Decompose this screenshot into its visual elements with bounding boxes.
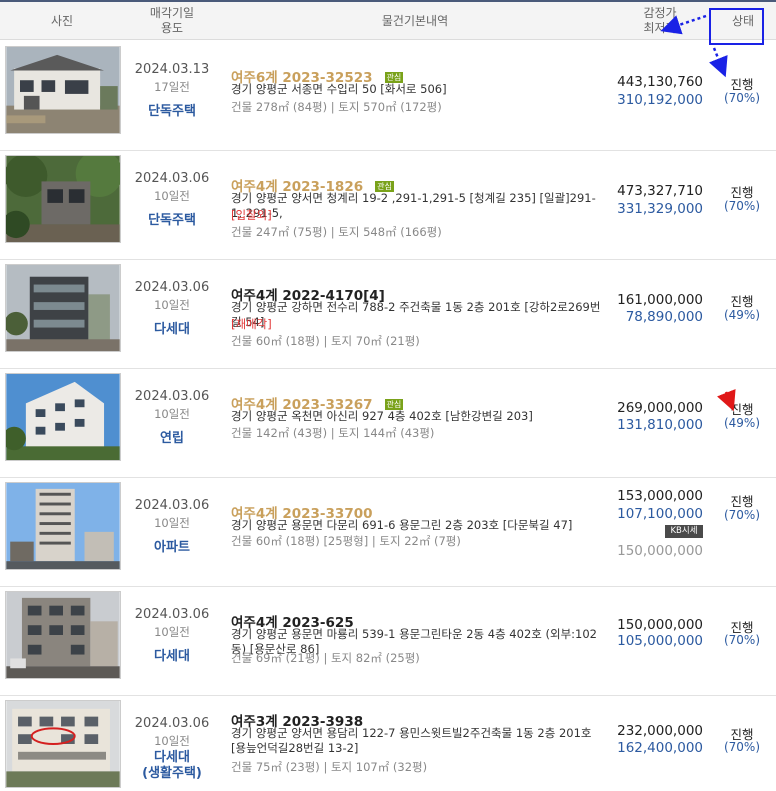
usage-label: 다세대 bbox=[154, 322, 190, 337]
sale-date: 2024.03.06 bbox=[134, 389, 210, 404]
villa-photo-image bbox=[6, 701, 120, 787]
table-row[interactable]: 2024.03.06 10일전 다세대 여주4계 2023-625 경기 양평군… bbox=[0, 587, 776, 696]
usage-label: 다세대 bbox=[154, 649, 190, 664]
usage-label: 연립 bbox=[160, 431, 184, 446]
property-photo[interactable] bbox=[5, 155, 121, 243]
minimum-price: 162,400,000 bbox=[617, 740, 703, 756]
usage-label: 아파트 bbox=[154, 540, 190, 555]
area-info: 건물 69㎡ (21평) | 토지 82㎡ (25평) bbox=[231, 651, 420, 665]
appraised-price: 153,000,000 bbox=[617, 488, 703, 504]
area-info: 건물 247㎡ (75평) | 토지 548㎡ (166평) bbox=[231, 225, 442, 239]
header-photo: 사진 bbox=[50, 13, 74, 28]
sale-date: 2024.03.06 bbox=[134, 716, 210, 731]
days-ago: 10일전 bbox=[154, 734, 190, 748]
appraised-price: 443,130,760 bbox=[617, 74, 703, 90]
house-photo-image bbox=[6, 47, 120, 133]
minimum-percent: (70%) bbox=[723, 633, 761, 647]
kb-price-badge[interactable]: KB시세 bbox=[665, 525, 703, 538]
table-row[interactable]: 2024.03.06 10일전 다세대 (생활주택) 여주3계 2023-3938… bbox=[0, 696, 776, 791]
area-info: 건물 142㎡ (43평) | 토지 144㎡ (43평) bbox=[231, 426, 435, 440]
minimum-price: 107,100,000 bbox=[617, 506, 703, 522]
minimum-price: 310,192,000 bbox=[617, 92, 703, 108]
minimum-price: 78,890,000 bbox=[625, 309, 703, 325]
area-info: 건물 60㎡ (18평) [25평형] | 토지 22㎡ (7평) bbox=[231, 534, 461, 548]
minimum-percent: (49%) bbox=[723, 308, 761, 322]
usage-label: 다세대 (생활주택) bbox=[142, 750, 202, 781]
apartment-photo-image bbox=[6, 483, 120, 569]
appraised-price: 161,000,000 bbox=[617, 292, 703, 308]
sale-date: 2024.03.06 bbox=[134, 498, 210, 513]
header-price: 감정가 최저가 bbox=[610, 2, 710, 40]
minimum-percent: (49%) bbox=[723, 416, 761, 430]
address: 경기 양평군 양서면 청계리 19-2 ,291-1,291-5 [청계길 23… bbox=[231, 191, 596, 220]
table-row[interactable]: 2024.03.06 10일전 단독주택 여주4계 2023-1826 관심 경기… bbox=[0, 151, 776, 260]
table-row[interactable]: 2024.03.06 10일전 아파트 여주4계 2023-33700 경기 양… bbox=[0, 478, 776, 587]
days-ago: 10일전 bbox=[154, 407, 190, 421]
special-note: [입찰외] bbox=[231, 208, 272, 222]
header-date-usage: 매각기일 용도 bbox=[124, 2, 220, 40]
table-row[interactable]: 2024.03.13 17일전 단독주택 여주6계 2023-32523 관심 경… bbox=[0, 42, 776, 151]
property-photo[interactable] bbox=[5, 591, 121, 679]
appraised-price: 150,000,000 bbox=[617, 617, 703, 633]
table-row[interactable]: 2024.03.06 10일전 연립 여주4계 2023-33267 관심 경기 … bbox=[0, 369, 776, 478]
appraised-price: 269,000,000 bbox=[617, 400, 703, 416]
minimum-price: 105,000,000 bbox=[617, 633, 703, 649]
appraised-price: 232,000,000 bbox=[617, 723, 703, 739]
sale-date: 2024.03.06 bbox=[134, 607, 210, 622]
address: 경기 양평군 옥천면 아신리 927 4층 402호 [남한강변길 203] bbox=[231, 409, 533, 423]
minimum-price: 331,329,000 bbox=[617, 201, 703, 217]
minimum-percent: (70%) bbox=[723, 199, 761, 213]
address: 경기 양평군 용문면 다문리 691-6 용문그린 2층 203호 [다문북길 … bbox=[231, 518, 573, 532]
sale-date: 2024.03.13 bbox=[134, 62, 210, 77]
minimum-percent: (70%) bbox=[723, 508, 761, 522]
sale-date: 2024.03.06 bbox=[134, 280, 210, 295]
days-ago: 10일전 bbox=[154, 625, 190, 639]
property-photo[interactable] bbox=[5, 46, 121, 134]
property-photo[interactable] bbox=[5, 264, 121, 352]
townhouse-photo-image bbox=[6, 374, 120, 460]
property-photo[interactable] bbox=[5, 373, 121, 461]
days-ago: 10일전 bbox=[154, 298, 190, 312]
header-date: 매각기일 bbox=[149, 6, 195, 20]
auction-list-table: 사진 매각기일 용도 물건기본내역 감정가 최저가 상태 2024.03.13 … bbox=[0, 0, 776, 788]
property-photo[interactable] bbox=[5, 700, 121, 788]
kb-market-price: 150,000,000 bbox=[617, 543, 703, 559]
sale-date: 2024.03.06 bbox=[134, 171, 210, 186]
villa-photo-image bbox=[6, 592, 120, 678]
minimum-price: 131,810,000 bbox=[617, 417, 703, 433]
villa-photo-image bbox=[6, 265, 120, 351]
property-photo[interactable] bbox=[5, 482, 121, 570]
header-usage: 용도 bbox=[160, 21, 184, 35]
header-minimum: 최저가 bbox=[643, 21, 677, 35]
usage-label: 단독주택 bbox=[148, 213, 196, 228]
area-info: 건물 278㎡ (84평) | 토지 570㎡ (172평) bbox=[231, 100, 442, 114]
area-info: 건물 60㎡ (18평) | 토지 70㎡ (21평) bbox=[231, 334, 420, 348]
usage-label: 단독주택 bbox=[148, 104, 196, 119]
days-ago: 10일전 bbox=[154, 516, 190, 530]
table-header: 사진 매각기일 용도 물건기본내역 감정가 최저가 상태 bbox=[0, 0, 776, 40]
minimum-percent: (70%) bbox=[723, 91, 761, 105]
address: 경기 양평군 강하면 전수리 788-2 주건축물 1동 2층 201호 [강하… bbox=[231, 300, 601, 329]
header-appraised: 감정가 bbox=[643, 6, 677, 20]
area-info: 건물 75㎡ (23평) | 토지 107㎡ (32평) bbox=[231, 760, 428, 774]
header-info: 물건기본내역 bbox=[381, 13, 449, 28]
house-photo-image bbox=[6, 156, 120, 242]
special-note: [재매각] bbox=[231, 317, 272, 331]
appraised-price: 473,327,710 bbox=[617, 183, 703, 199]
table-row[interactable]: 2024.03.06 10일전 다세대 여주4계 2022-4170[4] 경기… bbox=[0, 260, 776, 369]
minimum-percent: (70%) bbox=[723, 740, 761, 754]
address: 경기 양평군 양서면 용담리 122-7 용민스윗트빌2주건축물 1동 2층 2… bbox=[231, 726, 592, 755]
address: 경기 양평군 서종면 수입리 50 [화서로 506] bbox=[231, 82, 447, 96]
days-ago: 10일전 bbox=[154, 189, 190, 203]
days-ago: 17일전 bbox=[154, 80, 190, 94]
status-highlight-box bbox=[709, 8, 764, 45]
